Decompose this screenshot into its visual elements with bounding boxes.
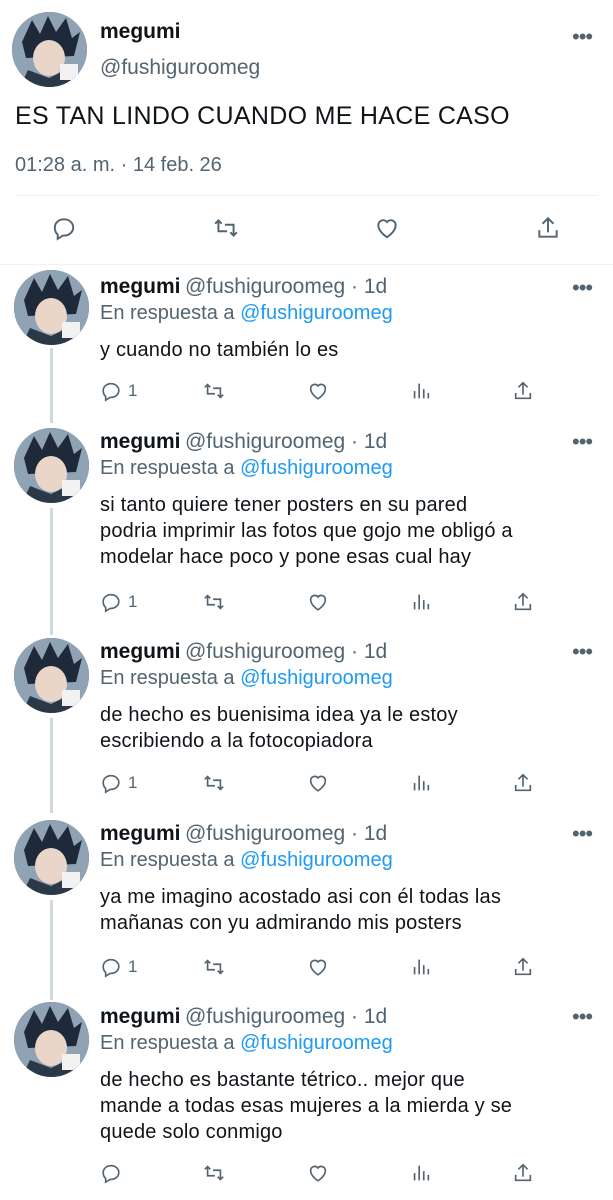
thread-line — [50, 900, 53, 1000]
like-icon[interactable] — [373, 215, 401, 241]
reply-icon[interactable]: 1 — [100, 772, 137, 794]
analytics-icon[interactable] — [410, 380, 432, 402]
analytics-icon[interactable] — [410, 956, 432, 978]
mention-link[interactable]: @fushiguroomeg — [240, 667, 393, 689]
mention-link[interactable]: @fushiguroomeg — [240, 302, 393, 324]
avatar[interactable] — [12, 12, 87, 87]
reply-icon[interactable]: 1 — [100, 956, 137, 978]
reply-icon[interactable]: 1 — [100, 591, 137, 613]
share-icon[interactable] — [512, 590, 534, 614]
like-icon[interactable] — [306, 1162, 330, 1184]
share-icon[interactable] — [512, 955, 534, 979]
tweet-text: ya me imagino acostado asi con él todas … — [100, 886, 502, 934]
reply-context-label: En respuesta a — [100, 849, 241, 871]
author-name[interactable]: megumi — [100, 275, 181, 298]
mention-link[interactable]: @fushiguroomeg — [240, 849, 393, 871]
tweet-text: de hecho es buenisima idea ya le estoy e… — [100, 704, 458, 752]
more-icon[interactable]: ••• — [572, 823, 593, 845]
like-icon[interactable] — [306, 956, 330, 978]
author-name[interactable]: megumi — [100, 822, 181, 845]
tweet-text: ES TAN LINDO CUANDO ME HACE CASO — [15, 102, 510, 130]
tweet-text: de hecho es bastante tétrico.. mejor que… — [100, 1069, 513, 1143]
avatar[interactable] — [14, 820, 89, 895]
tweet-timestamp[interactable]: 01:28 a. m. · 14 feb. 26 — [15, 154, 222, 177]
reply-context-label: En respuesta a — [100, 1032, 241, 1054]
retweet-icon[interactable] — [202, 956, 226, 978]
author-handle[interactable]: @fushiguroomeg · 1d — [185, 640, 387, 663]
divider — [0, 264, 613, 265]
author-handle[interactable]: @fushiguroomeg — [100, 56, 260, 80]
share-icon[interactable] — [512, 379, 534, 403]
tweet-text: y cuando no también lo es — [100, 339, 339, 361]
like-icon[interactable] — [306, 380, 330, 402]
share-icon[interactable] — [535, 214, 561, 242]
author-name[interactable]: megumi — [100, 640, 181, 663]
like-icon[interactable] — [306, 772, 330, 794]
mention-link[interactable]: @fushiguroomeg — [240, 457, 393, 479]
retweet-icon[interactable] — [202, 591, 226, 613]
author-handle[interactable]: @fushiguroomeg · 1d — [185, 1005, 387, 1028]
more-icon[interactable]: ••• — [572, 431, 593, 453]
avatar[interactable] — [14, 270, 89, 345]
avatar[interactable] — [14, 428, 89, 503]
author-handle[interactable]: @fushiguroomeg · 1d — [185, 275, 387, 298]
divider — [15, 195, 598, 196]
thread-line — [50, 718, 53, 813]
share-icon[interactable] — [512, 1161, 534, 1185]
author-name[interactable]: megumi — [100, 430, 181, 453]
thread-line — [50, 508, 53, 635]
author-handle[interactable]: @fushiguroomeg · 1d — [185, 822, 387, 845]
retweet-icon[interactable] — [202, 1162, 226, 1184]
more-icon[interactable]: ••• — [572, 1006, 593, 1028]
retweet-icon[interactable] — [202, 380, 226, 402]
reply-count: 1 — [128, 957, 138, 976]
author-name[interactable]: megumi — [100, 20, 181, 44]
author-handle[interactable]: @fushiguroomeg · 1d — [185, 430, 387, 453]
analytics-icon[interactable] — [410, 772, 432, 794]
avatar[interactable] — [14, 638, 89, 713]
retweet-icon[interactable] — [212, 215, 240, 241]
reply-count: 1 — [128, 381, 138, 400]
more-icon[interactable]: ••• — [572, 277, 593, 299]
reply-context-label: En respuesta a — [100, 457, 241, 479]
thread-line — [50, 348, 53, 423]
retweet-icon[interactable] — [202, 772, 226, 794]
analytics-icon[interactable] — [410, 591, 432, 613]
like-icon[interactable] — [306, 591, 330, 613]
more-icon[interactable]: ••• — [572, 641, 593, 663]
analytics-icon[interactable] — [410, 1162, 432, 1184]
reply-context-label: En respuesta a — [100, 302, 241, 324]
author-name[interactable]: megumi — [100, 1005, 181, 1028]
reply-context-label: En respuesta a — [100, 667, 241, 689]
tweet-text: si tanto quiere tener posters en su pare… — [100, 494, 513, 568]
mention-link[interactable]: @fushiguroomeg — [240, 1032, 393, 1054]
reply-icon[interactable] — [100, 1162, 128, 1184]
reply-count: 1 — [128, 592, 138, 611]
more-icon[interactable]: ••• — [572, 26, 593, 48]
reply-icon[interactable]: 1 — [100, 380, 137, 402]
share-icon[interactable] — [512, 771, 534, 795]
reply-count: 1 — [128, 773, 138, 792]
reply-icon[interactable] — [51, 215, 77, 241]
avatar[interactable] — [14, 1002, 89, 1077]
